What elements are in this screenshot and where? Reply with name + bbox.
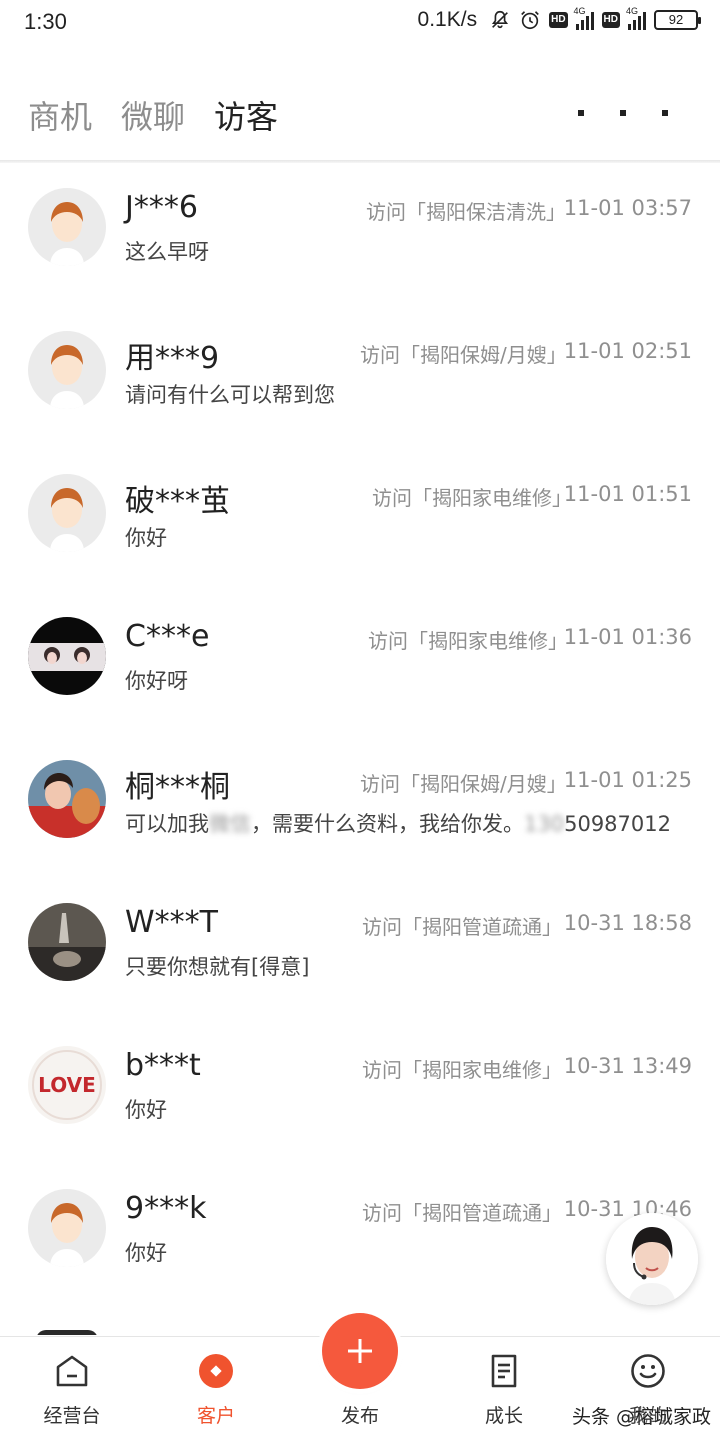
- visitor-name: 用***9: [125, 341, 220, 376]
- visit-source: 访问「揭阳保洁清洗」: [366, 200, 566, 224]
- blurred-text: 130: [524, 812, 565, 836]
- last-message: 只要你想就有[得意]: [125, 955, 310, 979]
- last-message: 这么早呀: [125, 240, 209, 264]
- more-options-icon[interactable]: [578, 110, 668, 120]
- message-text: 50987012: [564, 812, 671, 836]
- visit-time: 11-01 02:51: [563, 339, 692, 363]
- visit-source: 访问「揭阳家电维修」: [368, 629, 568, 653]
- nav-label: 经营台: [43, 1405, 101, 1427]
- tab-chat[interactable]: 微聊: [121, 92, 185, 138]
- visit-source: 访问「揭阳管道疏通」: [362, 1201, 562, 1225]
- tab-opportunities[interactable]: 商机: [28, 92, 92, 138]
- status-bar: 1:30 0.1K/s HD 4G HD 4G 92: [0, 0, 720, 44]
- visitor-name: C***e: [125, 619, 210, 654]
- visitor-name: 桐***桐: [125, 770, 230, 805]
- nav-customers[interactable]: 客户: [161, 1337, 271, 1440]
- nav-growth[interactable]: 成长: [449, 1337, 559, 1440]
- document-icon: [491, 1354, 517, 1388]
- photo-avatar-icon: [28, 760, 106, 838]
- nav-label: 发布: [340, 1405, 379, 1427]
- nav-label: 客户: [196, 1405, 235, 1427]
- network-speed: 0.1K/s: [417, 8, 478, 31]
- visitor-name: b***t: [125, 1048, 201, 1083]
- visitor-name: W***T: [125, 905, 218, 940]
- signal-icon-2: 4G: [626, 6, 646, 30]
- default-avatar-icon: [28, 188, 106, 266]
- publish-plus-button[interactable]: [322, 1313, 398, 1389]
- tab-visitors[interactable]: 访客: [214, 92, 278, 138]
- mute-bell-icon: [492, 10, 509, 29]
- hd-badge: HD: [549, 12, 568, 28]
- visit-source: 访问「揭阳家电维修」: [362, 1058, 562, 1082]
- nav-dashboard[interactable]: 经营台: [17, 1337, 127, 1440]
- list-item[interactable]: 桐***桐 访问「揭阳保姆/月嫂」 11-01 01:25 可以加我微信，需要什…: [0, 735, 720, 878]
- hd-badge-2: HD: [601, 12, 620, 28]
- alarm-icon: [521, 11, 539, 30]
- visit-time: 11-01 01:51: [563, 482, 692, 506]
- default-avatar-icon: [28, 1189, 106, 1267]
- message-text: ，需要什么资料，我给你发。: [251, 812, 524, 836]
- last-message: 你好: [125, 526, 167, 550]
- customer-icon: [199, 1354, 233, 1388]
- svg-text:LOVE: LOVE: [38, 1073, 96, 1097]
- signal-icon: 4G: [574, 6, 594, 30]
- partial-avatar: [36, 1330, 98, 1335]
- visitor-list: J***6 访问「揭阳保洁清洗」 11-01 03:57 这么早呀 用***9 …: [0, 163, 720, 1335]
- visitor-name: 9***k: [125, 1191, 207, 1226]
- visitor-name: J***6: [125, 190, 198, 225]
- message-text: 可以加我: [125, 812, 209, 836]
- visit-time: 10-31 18:58: [563, 911, 692, 935]
- visit-time: 10-31 13:49: [563, 1054, 692, 1078]
- home-icon: [56, 1355, 88, 1387]
- visit-source: 访问「揭阳保姆/月嫂」: [360, 343, 567, 367]
- last-message: 请问有什么可以帮到您: [125, 383, 335, 407]
- top-tab-bar: 商机 微聊 访客: [0, 92, 720, 160]
- last-message: 可以加我微信，需要什么资料，我给你发。13050987012: [125, 808, 671, 838]
- default-avatar-icon: [28, 474, 106, 552]
- watermark: 头条 @榕城家政: [572, 1406, 712, 1428]
- visit-source: 访问「揭阳管道疏通」: [362, 915, 562, 939]
- status-indicators: 0.1K/s HD 4G HD 4G 92: [417, 6, 701, 32]
- visit-source: 访问「揭阳保姆/月嫂」: [360, 772, 567, 796]
- photo-avatar-icon: [28, 617, 106, 695]
- blurred-text: 微信: [209, 812, 251, 836]
- last-message: 你好: [125, 1241, 167, 1265]
- visit-time: 11-01 01:36: [563, 625, 692, 649]
- nav-label: 成长: [484, 1405, 523, 1427]
- visitor-name: 破***茧: [125, 484, 230, 519]
- photo-avatar-icon: [28, 903, 106, 981]
- visit-source: 访问「揭阳家电维修」: [372, 486, 572, 510]
- smiley-icon: [631, 1354, 665, 1388]
- list-item[interactable]: 破***茧 访问「揭阳家电维修」 11-01 01:51 你好: [0, 449, 720, 592]
- list-item[interactable]: LOVE b***t 访问「揭阳家电维修」 10-31 13:49 你好: [0, 1021, 720, 1164]
- default-avatar-icon: [28, 331, 106, 409]
- battery-indicator: 92: [654, 10, 701, 30]
- list-item[interactable]: 用***9 访问「揭阳保姆/月嫂」 11-01 02:51 请问有什么可以帮到您: [0, 306, 720, 449]
- list-item[interactable]: W***T 访问「揭阳管道疏通」 10-31 18:58 只要你想就有[得意]: [0, 878, 720, 1021]
- status-time: 1:30: [24, 9, 67, 34]
- customer-service-icon[interactable]: [606, 1213, 698, 1305]
- visit-time: 11-01 03:57: [563, 196, 692, 220]
- list-item[interactable]: J***6 访问「揭阳保洁清洗」 11-01 03:57 这么早呀: [0, 163, 720, 306]
- last-message: 你好呀: [125, 669, 188, 693]
- list-item[interactable]: C***e 访问「揭阳家电维修」 11-01 01:36 你好呀: [0, 592, 720, 735]
- visit-time: 11-01 01:25: [563, 768, 692, 792]
- love-avatar-icon: LOVE: [28, 1046, 106, 1124]
- last-message: 你好: [125, 1098, 167, 1122]
